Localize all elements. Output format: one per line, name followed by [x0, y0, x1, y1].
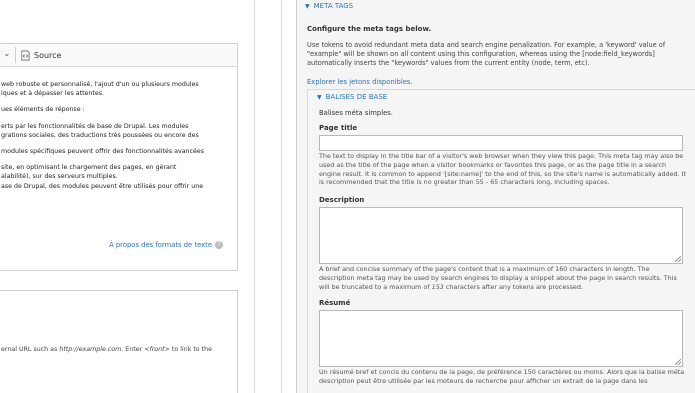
- help-icon[interactable]: ?: [215, 241, 223, 249]
- url-field-wrapper: ernal URL such as http://example.com. En…: [0, 290, 238, 393]
- source-icon: [21, 50, 30, 60]
- basic-tags-toggle[interactable]: ▼ BALISES DE BASE: [317, 93, 387, 101]
- browse-tokens-link[interactable]: Explorer les jetons disponibles.: [307, 78, 413, 86]
- left-panel: ⌄ Source web robuste et personnalisé, l'…: [0, 0, 262, 393]
- resume-help: Un résumé bref et concis du contenu de l…: [319, 368, 685, 385]
- source-button[interactable]: Source: [20, 47, 61, 63]
- description-help: A brief and concise summary of the page'…: [319, 265, 677, 291]
- editor-line: web robuste et personnalisé, l'ajout d'u…: [1, 81, 199, 88]
- editor-line: erts par les fonctionnalités de base de …: [1, 122, 189, 130]
- page-title-label: Page title: [319, 124, 358, 132]
- source-button-label: Source: [34, 50, 62, 60]
- column-divider: [254, 0, 255, 393]
- page-title-help: The text to display in the title bar of …: [319, 152, 687, 187]
- meta-description-text: Use tokens to avoid redundant meta data …: [307, 41, 666, 67]
- triangle-down-icon: ▼: [317, 94, 322, 101]
- resize-handle-icon[interactable]: [675, 256, 681, 262]
- url-help-text: ernal URL such as http://example.com. En…: [1, 346, 212, 353]
- description-textarea[interactable]: [319, 207, 683, 264]
- triangle-down-icon: ▼: [305, 3, 310, 10]
- editor-line: iques et à dépasser les attentes.: [1, 90, 105, 98]
- editor-toolbar: ⌄ Source: [0, 44, 237, 67]
- text-formats-link-label: À propos des formats de texte: [109, 241, 212, 249]
- editor-footer: À propos des formats de texte?: [0, 241, 238, 271]
- basic-tags-section: ▼ BALISES DE BASE Balises méta simples. P…: [307, 89, 695, 393]
- toolbar-separator: [15, 47, 16, 63]
- editor-content[interactable]: web robuste et personnalisé, l'ajout d'u…: [1, 80, 251, 198]
- editor-line: modules spécifiques peuvent offrir des f…: [1, 148, 205, 156]
- right-panel: ▼ META TAGS Configure the meta tags below…: [262, 0, 695, 393]
- basic-tags-intro: Balises méta simples.: [319, 109, 393, 117]
- resume-textarea[interactable]: [319, 310, 683, 367]
- resize-handle-icon[interactable]: [675, 359, 681, 365]
- meta-intro: Configure the meta tags below.: [307, 25, 432, 33]
- meta-tags-toggle[interactable]: ▼ META TAGS: [305, 2, 353, 10]
- column-divider: [281, 0, 282, 393]
- editor-line: alabilité), sur des serveurs multiples.: [1, 173, 118, 181]
- editor-line: ues éléments de réponse :: [1, 106, 85, 114]
- description-label: Description: [319, 196, 365, 204]
- editor-line: site, en optimisant le chargement des pa…: [1, 164, 177, 172]
- editor-line: grations sociales, des traductions très …: [1, 131, 199, 139]
- text-formats-link[interactable]: À propos des formats de texte?: [109, 241, 223, 249]
- page-title-input[interactable]: [319, 135, 683, 151]
- chevron-down-icon[interactable]: ⌄: [3, 49, 11, 59]
- text-editor[interactable]: ⌄ Source web robuste et personnalisé, l'…: [0, 43, 238, 246]
- resume-label: Résumé: [319, 299, 351, 307]
- editor-line: ase de Drupal, des modules peuvent être …: [1, 182, 204, 190]
- meta-tags-section: ▼ META TAGS Configure the meta tags below…: [296, 0, 695, 393]
